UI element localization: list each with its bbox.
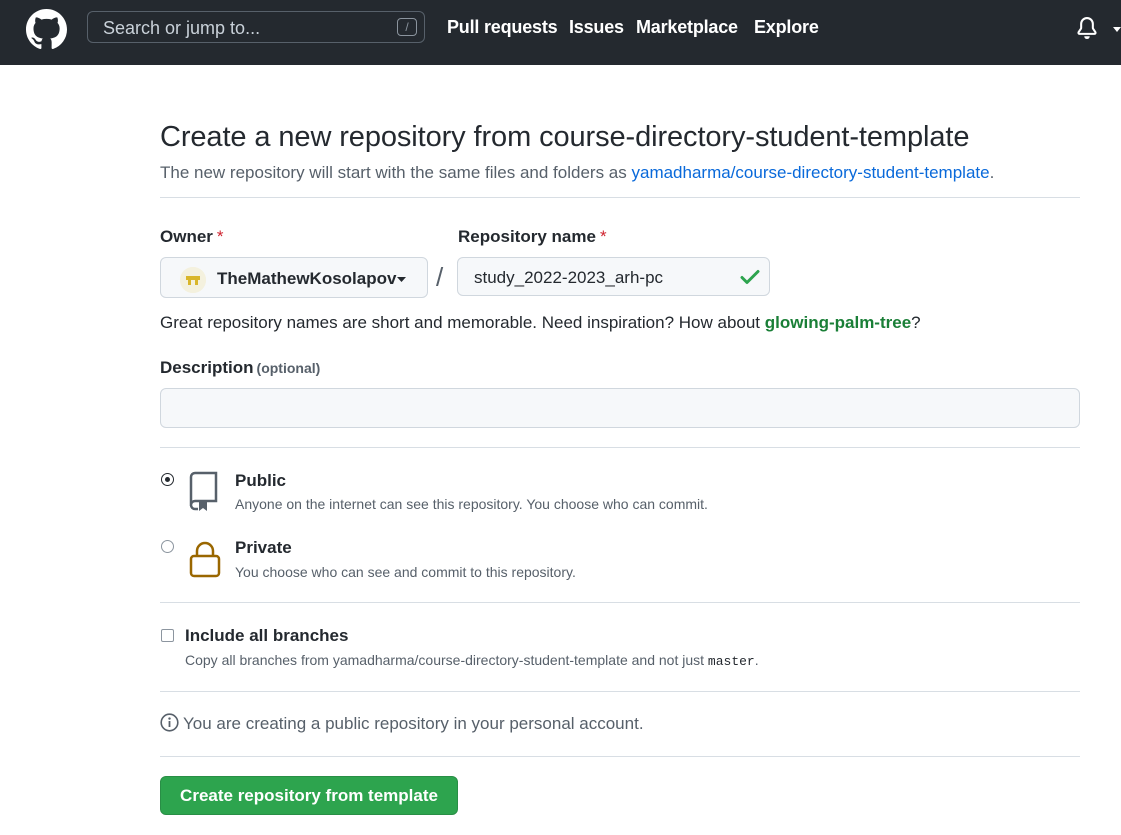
repo-name-label-text: Repository name <box>458 227 596 246</box>
include-branches-checkbox[interactable] <box>161 629 174 642</box>
nav-explore[interactable]: Explore <box>754 17 819 38</box>
owner-label-text: Owner <box>160 227 213 246</box>
owner-repo-separator: / <box>436 262 444 292</box>
search-placeholder: Search or jump to... <box>103 18 261 38</box>
page-subtitle: The new repository will start with the s… <box>160 163 994 183</box>
divider <box>160 691 1080 692</box>
owner-label: Owner * <box>160 227 224 247</box>
private-option-title: Private <box>235 538 292 557</box>
lock-icon <box>189 541 221 578</box>
nav-marketplace[interactable]: Marketplace <box>636 17 738 38</box>
default-branch-name: master <box>707 654 755 669</box>
include-branches-title: Include all branches <box>185 626 349 645</box>
optional-note: (optional) <box>256 360 321 376</box>
owner-name: TheMathewKosolapov <box>217 269 397 288</box>
avatar <box>180 267 206 293</box>
repo-name-field[interactable]: study_2022-2023_arh-pc <box>457 257 770 296</box>
branches-desc-prefix: Copy all branches from yamadharma/course… <box>185 652 708 668</box>
required-mark: * <box>599 227 607 246</box>
description-label-text: Description <box>160 358 254 377</box>
repo-name-value: study_2022-2023_arh-pc <box>474 268 664 287</box>
public-option-title: Public <box>235 471 287 490</box>
divider <box>160 197 1080 198</box>
create-new-dropdown-icon[interactable] <box>1113 27 1121 32</box>
include-branches-description: Copy all branches from yamadharma/course… <box>185 652 759 669</box>
repo-icon <box>189 471 218 511</box>
repo-name-hint: Great repository names are short and mem… <box>160 313 921 333</box>
create-repository-button[interactable]: Create repository from template <box>160 776 458 815</box>
hint-prefix: Great repository names are short and mem… <box>160 313 765 332</box>
description-label: Description (optional) <box>160 358 320 378</box>
repo-name-label: Repository name * <box>458 227 607 247</box>
search-shortcut-key: / <box>397 18 417 36</box>
template-repo-link[interactable]: yamadharma/course-directory-student-temp… <box>631 163 989 182</box>
visibility-info: You are creating a public repository in … <box>160 713 644 734</box>
info-icon <box>160 713 179 732</box>
check-icon <box>740 270 760 284</box>
subtitle-suffix: . <box>989 163 995 182</box>
nav-issues[interactable]: Issues <box>569 17 624 38</box>
subtitle-prefix: The new repository will start with the s… <box>160 163 632 182</box>
top-navigation-bar: Search or jump to... / Pull requests Iss… <box>0 0 1121 65</box>
name-suggestion-link[interactable]: glowing-palm-tree <box>765 313 911 332</box>
divider <box>160 447 1080 448</box>
owner-select[interactable]: TheMathewKosolapov <box>160 257 428 298</box>
info-text: You are creating a public repository in … <box>183 714 644 733</box>
bell-icon[interactable] <box>1076 16 1098 40</box>
public-option-description: Anyone on the internet can see this repo… <box>235 496 708 512</box>
required-mark: * <box>216 227 224 246</box>
divider <box>160 602 1080 603</box>
page-title: Create a new repository from course-dire… <box>160 121 970 153</box>
github-logo-icon[interactable] <box>26 9 67 50</box>
nav-pull-requests[interactable]: Pull requests <box>447 17 558 38</box>
hint-suffix: ? <box>911 313 921 332</box>
branches-desc-suffix: . <box>754 652 759 668</box>
divider <box>160 756 1080 757</box>
private-option-description: You choose who can see and commit to thi… <box>235 564 576 580</box>
identicon-icon <box>180 267 206 293</box>
public-radio[interactable] <box>161 473 174 486</box>
description-field[interactable] <box>160 388 1080 428</box>
private-radio[interactable] <box>161 540 174 553</box>
chevron-down-icon <box>397 277 406 282</box>
search-input[interactable]: Search or jump to... / <box>87 11 425 43</box>
